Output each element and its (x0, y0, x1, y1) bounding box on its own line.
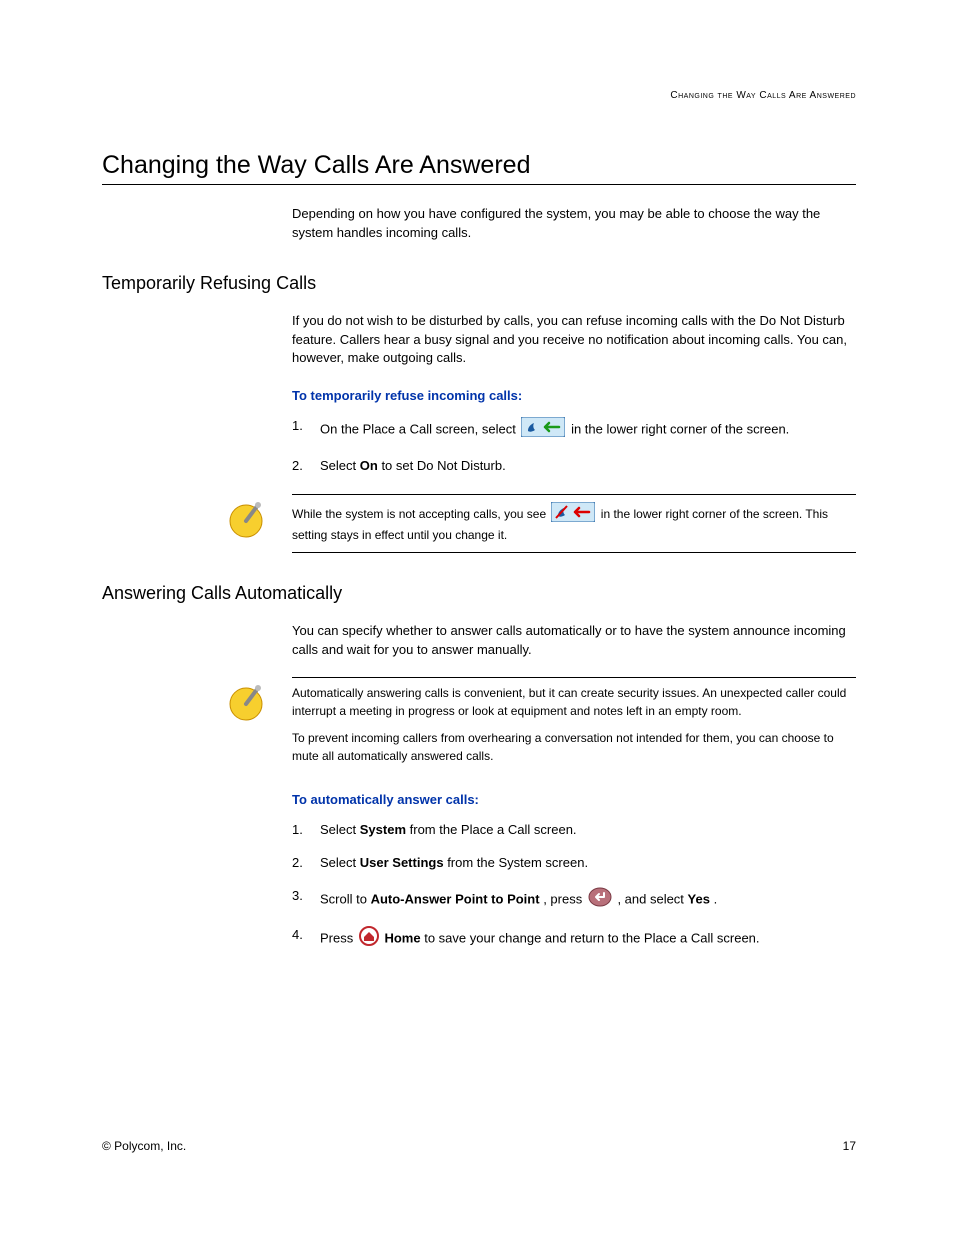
step-bold: Yes (688, 891, 710, 906)
step-bold: Home (384, 931, 420, 946)
step-text: from the System screen. (447, 855, 588, 870)
running-header: Changing the Way Calls Are Answered (102, 90, 856, 101)
dnd-available-icon (521, 417, 565, 443)
section1-note: While the system is not accepting calls,… (292, 494, 856, 553)
page-number: 17 (843, 1139, 856, 1153)
section1-procedure-title: To temporarily refuse incoming calls: (292, 388, 856, 403)
step-text: from the Place a Call screen. (410, 822, 577, 837)
intro-paragraph: Depending on how you have configured the… (292, 205, 856, 243)
step-text: Scroll to (320, 891, 371, 906)
home-button-icon (359, 926, 379, 952)
step-text: , and select (617, 891, 687, 906)
step-text: . (714, 891, 718, 906)
step-text: , press (543, 891, 586, 906)
list-item: Press Home to save your change and retur… (292, 926, 856, 952)
section2-note: Automatically answering calls is conveni… (292, 677, 856, 772)
note-text: Automatically answering calls is conveni… (292, 685, 856, 720)
footer-copyright: © Polycom, Inc. (102, 1139, 186, 1153)
section-heading-refusing: Temporarily Refusing Calls (102, 273, 856, 294)
step-bold: User Settings (360, 855, 444, 870)
note-text: While the system is not accepting calls,… (292, 507, 549, 521)
section1-intro: If you do not wish to be disturbed by ca… (292, 312, 856, 369)
step-bold: System (360, 822, 406, 837)
section1-steps: On the Place a Call screen, select in th… (292, 417, 856, 476)
list-item: Select User Settings from the System scr… (292, 854, 856, 873)
dnd-active-icon (551, 502, 595, 527)
step-text: to save your change and return to the Pl… (424, 931, 759, 946)
list-item: Select On to set Do Not Disturb. (292, 457, 856, 476)
section-heading-auto: Answering Calls Automatically (102, 583, 856, 604)
section2-intro: You can specify whether to answer calls … (292, 622, 856, 660)
enter-button-icon (588, 887, 612, 913)
step-text: to set Do Not Disturb. (381, 458, 505, 473)
step-bold: Auto-Answer Point to Point (371, 891, 540, 906)
section2-procedure-title: To automatically answer calls: (292, 792, 856, 807)
step-text: Select (320, 855, 360, 870)
step-text: On the Place a Call screen, select (320, 422, 519, 437)
note-pin-icon (224, 680, 268, 724)
list-item: On the Place a Call screen, select in th… (292, 417, 856, 443)
step-text: in the lower right corner of the screen. (571, 422, 789, 437)
note-text: To prevent incoming callers from overhea… (292, 730, 856, 765)
step-text: Select (320, 822, 360, 837)
step-bold: On (360, 458, 378, 473)
list-item: Scroll to Auto-Answer Point to Point , p… (292, 887, 856, 913)
list-item: Select System from the Place a Call scre… (292, 821, 856, 840)
page-title: Changing the Way Calls Are Answered (102, 151, 856, 185)
step-text: Select (320, 458, 360, 473)
note-pin-icon (224, 497, 268, 541)
section2-steps: Select System from the Place a Call scre… (292, 821, 856, 952)
step-text: Press (320, 931, 357, 946)
